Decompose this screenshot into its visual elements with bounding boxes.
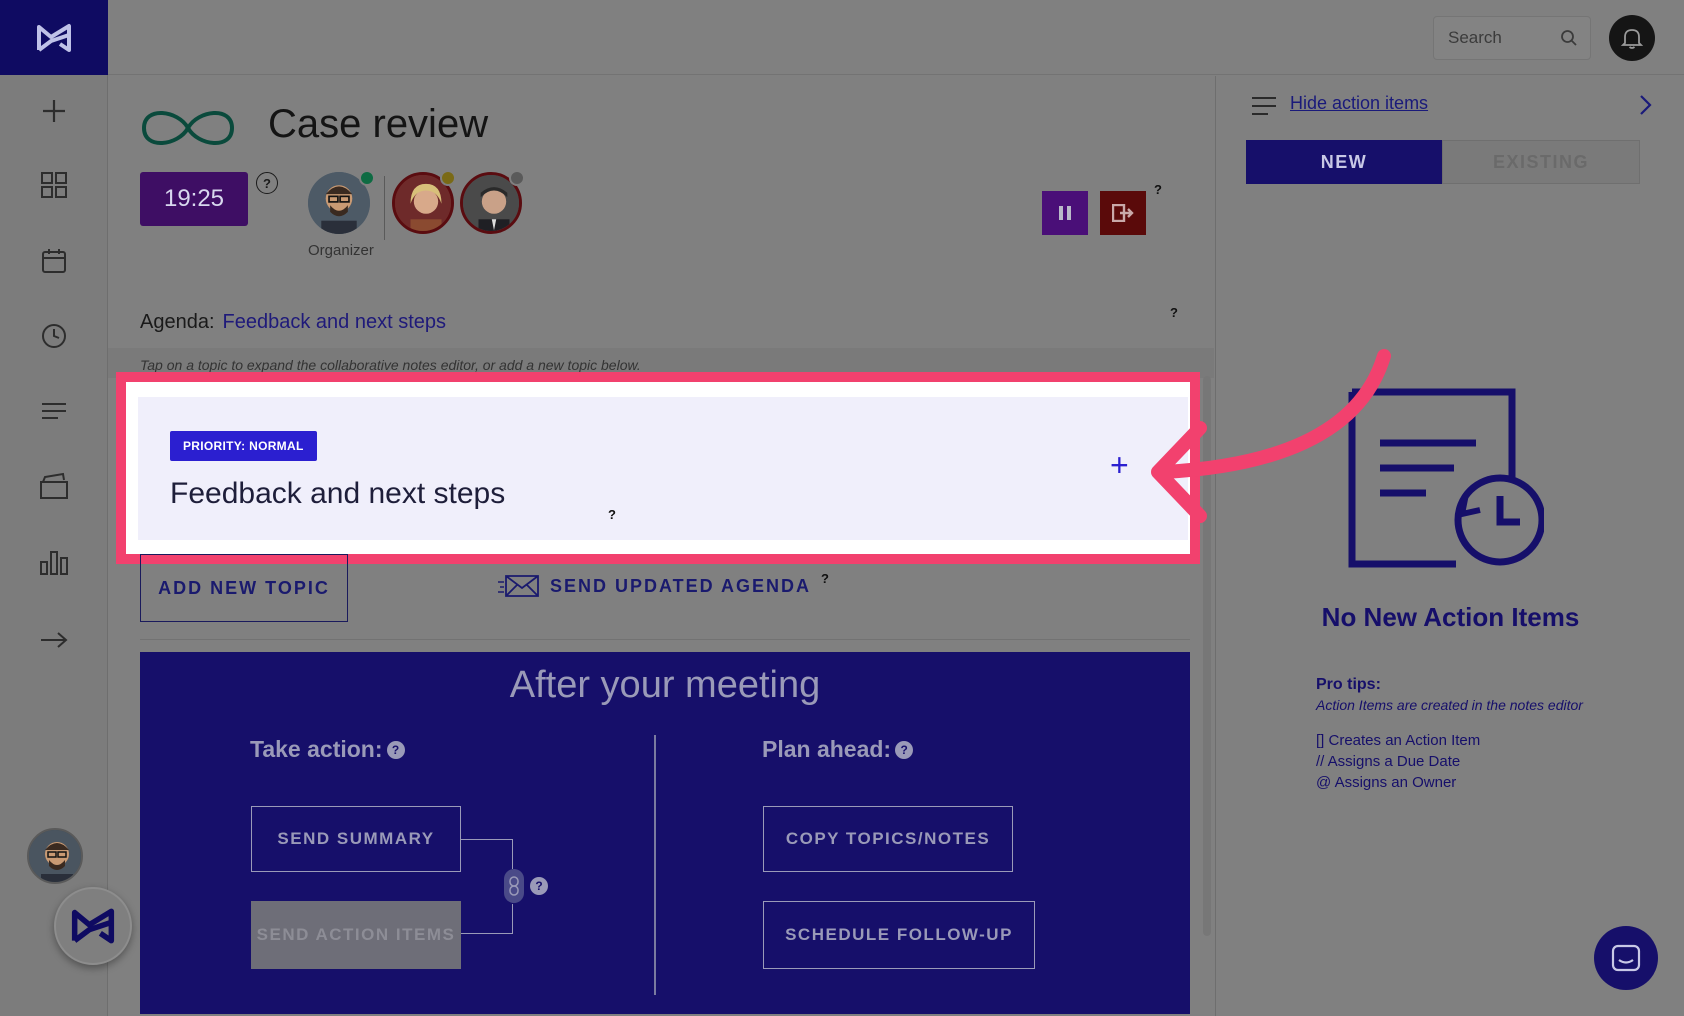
copy-topics-notes-button[interactable]: COPY TOPICS/NOTES	[763, 806, 1013, 872]
calendar-icon[interactable]	[34, 241, 74, 281]
priority-badge: PRIORITY: NORMAL	[170, 431, 317, 461]
empty-action-items-illustration-icon	[1348, 388, 1544, 568]
top-bar: Search	[108, 0, 1684, 75]
meeting-main: Case review 19:25 ? Organizer ? Agenda: F…	[108, 76, 1214, 1016]
notifications-button[interactable]	[1609, 15, 1655, 61]
help-icon[interactable]: ?	[386, 740, 405, 759]
topic-card[interactable]: PRIORITY: NORMAL Feedback and next steps…	[138, 397, 1188, 540]
chat-launcher-button[interactable]	[1594, 926, 1658, 990]
chat-icon	[1611, 944, 1641, 972]
help-icon[interactable]: ?	[256, 172, 278, 194]
exit-icon	[1112, 204, 1134, 222]
add-icon[interactable]	[34, 91, 74, 131]
help-mark[interactable]: ?	[1170, 305, 1178, 320]
away-status-dot	[440, 170, 456, 186]
notes-list-icon[interactable]	[34, 391, 74, 431]
expand-topic-plus-icon[interactable]: +	[1110, 449, 1129, 481]
tab-new[interactable]: NEW	[1246, 140, 1442, 184]
agenda-line: Agenda: Feedback and next steps	[140, 311, 446, 334]
help-mark[interactable]: ?	[608, 507, 616, 522]
after-meeting-panel: After your meeting Take action: ? Plan a…	[140, 652, 1190, 1014]
page-title: Case review	[268, 102, 489, 146]
send-summary-button[interactable]: SEND SUMMARY	[251, 806, 461, 872]
help-icon[interactable]: ?	[530, 877, 548, 895]
envelope-icon	[498, 575, 539, 597]
connector-line	[461, 904, 513, 934]
section-divider	[140, 639, 1190, 640]
action-items-tabs: NEW EXISTING	[1246, 140, 1640, 184]
avatar-divider	[384, 176, 385, 240]
pause-button[interactable]	[1042, 191, 1088, 235]
help-mark[interactable]: ?	[821, 571, 831, 586]
end-meeting-button[interactable]	[1100, 191, 1146, 235]
help-mark[interactable]: ?	[1154, 182, 1162, 197]
chevron-right-icon[interactable]	[1638, 93, 1654, 117]
arrow-right-icon[interactable]	[34, 620, 74, 660]
take-action-heading: Take action: ?	[250, 736, 405, 763]
plan-ahead-label: Plan ahead:	[762, 736, 892, 762]
pro-tips: Pro tips: Action Items are created in th…	[1316, 674, 1583, 793]
schedule-follow-up-button[interactable]: SCHEDULE FOLLOW-UP	[763, 901, 1035, 969]
user-avatar[interactable]	[27, 828, 83, 884]
app-logo[interactable]	[0, 0, 108, 75]
help-icon[interactable]: ?	[895, 740, 914, 759]
link-toggle[interactable]	[504, 869, 524, 903]
plan-ahead-heading: Plan ahead: ?	[762, 736, 914, 763]
topic-title: Feedback and next steps	[170, 477, 506, 510]
send-updated-agenda-button[interactable]: SEND UPDATED AGENDA ?	[498, 571, 831, 599]
search-placeholder: Search	[1448, 28, 1502, 47]
tip-item: [] Creates an Action Item	[1316, 732, 1481, 749]
left-nav	[0, 0, 132, 1016]
tip-item: @ Assigns an Owner	[1316, 774, 1457, 791]
send-agenda-label: SEND UPDATED AGENDA	[550, 575, 812, 596]
offline-status-dot	[509, 170, 525, 186]
clock-icon[interactable]	[34, 316, 74, 356]
logo-icon	[37, 23, 71, 52]
dashboard-icon[interactable]	[34, 165, 74, 205]
agenda-label: Agenda:	[140, 311, 215, 333]
hide-action-items-link[interactable]: Hide action items	[1290, 93, 1428, 114]
tab-existing[interactable]: EXISTING	[1442, 140, 1640, 184]
templates-icon[interactable]	[34, 466, 74, 506]
search-icon	[1561, 30, 1577, 46]
online-status-dot	[359, 170, 375, 186]
agenda-value-link[interactable]: Feedback and next steps	[223, 311, 446, 333]
infinity-icon	[140, 102, 236, 159]
after-meeting-title: After your meeting	[509, 664, 821, 706]
search-input[interactable]: Search	[1433, 16, 1591, 60]
menu-lines-icon	[1252, 97, 1276, 115]
organizer-label: Organizer	[308, 242, 374, 259]
scrollbar[interactable]	[1203, 376, 1211, 936]
pro-tips-heading: Pro tips:	[1316, 676, 1381, 693]
tip-item: // Assigns a Due Date	[1316, 753, 1461, 770]
meeting-timer[interactable]: 19:25	[140, 172, 248, 226]
hint-text: Tap on a topic to expand the collaborati…	[140, 357, 641, 373]
action-items-panel: Hide action items NEW EXISTING No New Ac…	[1215, 76, 1684, 1016]
add-new-topic-button[interactable]: ADD NEW TOPIC	[140, 554, 348, 622]
pause-icon	[1059, 206, 1071, 220]
empty-state-title: No New Action Items	[1321, 602, 1580, 632]
take-action-label: Take action:	[250, 736, 383, 762]
connector-line	[461, 839, 513, 869]
link-icon	[509, 876, 519, 896]
analytics-icon[interactable]	[34, 542, 74, 582]
send-action-items-button[interactable]: SEND ACTION ITEMS	[251, 901, 461, 969]
pro-tips-subtitle: Action Items are created in the notes ed…	[1316, 697, 1583, 713]
bell-icon	[1620, 29, 1644, 49]
column-divider	[654, 735, 656, 995]
